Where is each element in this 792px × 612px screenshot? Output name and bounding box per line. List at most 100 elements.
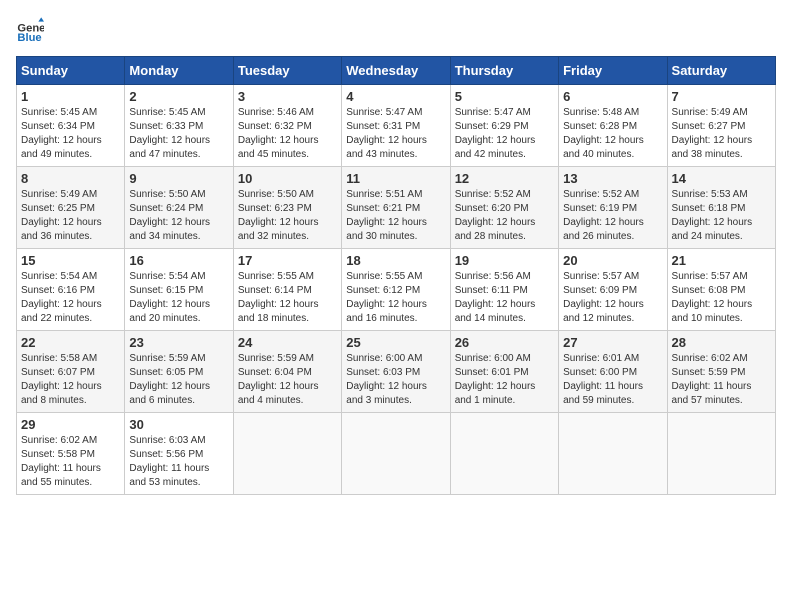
day-number: 7 — [672, 89, 771, 104]
calendar-cell: 4 Sunrise: 5:47 AM Sunset: 6:31 PM Daylig… — [342, 85, 450, 167]
day-number: 1 — [21, 89, 120, 104]
calendar-cell: 20 Sunrise: 5:57 AM Sunset: 6:09 PM Dayli… — [559, 249, 667, 331]
day-detail: Sunrise: 6:03 AM Sunset: 5:56 PM Dayligh… — [129, 434, 228, 490]
calendar-cell: 27 Sunrise: 6:01 AM Sunset: 6:00 PM Dayli… — [559, 331, 667, 413]
day-number: 10 — [238, 171, 337, 186]
day-detail: Sunrise: 5:53 AM Sunset: 6:18 PM Dayligh… — [672, 188, 771, 244]
day-number: 2 — [129, 89, 228, 104]
svg-text:Blue: Blue — [17, 32, 41, 44]
calendar-cell: 10 Sunrise: 5:50 AM Sunset: 6:23 PM Dayli… — [233, 167, 341, 249]
weekday-header-monday: Monday — [125, 57, 233, 85]
calendar-cell: 5 Sunrise: 5:47 AM Sunset: 6:29 PM Daylig… — [450, 85, 558, 167]
weekday-header-saturday: Saturday — [667, 57, 775, 85]
day-detail: Sunrise: 6:00 AM Sunset: 6:01 PM Dayligh… — [455, 352, 554, 408]
day-number: 21 — [672, 253, 771, 268]
calendar-cell: 8 Sunrise: 5:49 AM Sunset: 6:25 PM Daylig… — [17, 167, 125, 249]
day-detail: Sunrise: 5:59 AM Sunset: 6:05 PM Dayligh… — [129, 352, 228, 408]
day-detail: Sunrise: 5:55 AM Sunset: 6:14 PM Dayligh… — [238, 270, 337, 326]
calendar-cell: 6Sunrise: 5:48 AM Sunset: 6:28 PM Daylig… — [559, 85, 667, 167]
day-number: 17 — [238, 253, 337, 268]
day-number: 26 — [455, 335, 554, 350]
day-number: 29 — [21, 417, 120, 432]
calendar-cell: 28 Sunrise: 6:02 AM Sunset: 5:59 PM Dayli… — [667, 331, 775, 413]
calendar-cell: 22 Sunrise: 5:58 AM Sunset: 6:07 PM Dayli… — [17, 331, 125, 413]
weekday-header-sunday: Sunday — [17, 57, 125, 85]
calendar-cell: 21 Sunrise: 5:57 AM Sunset: 6:08 PM Dayli… — [667, 249, 775, 331]
day-detail: Sunrise: 6:02 AM Sunset: 5:58 PM Dayligh… — [21, 434, 120, 490]
calendar-cell: 15 Sunrise: 5:54 AM Sunset: 6:16 PM Dayli… — [17, 249, 125, 331]
day-detail: Sunrise: 5:55 AM Sunset: 6:12 PM Dayligh… — [346, 270, 445, 326]
day-detail: Sunrise: 5:57 AM Sunset: 6:08 PM Dayligh… — [672, 270, 771, 326]
day-detail: Sunrise: 5:59 AM Sunset: 6:04 PM Dayligh… — [238, 352, 337, 408]
day-detail: Sunrise: 5:56 AM Sunset: 6:11 PM Dayligh… — [455, 270, 554, 326]
day-number: 20 — [563, 253, 662, 268]
calendar-cell: 16 Sunrise: 5:54 AM Sunset: 6:15 PM Dayli… — [125, 249, 233, 331]
day-number: 27 — [563, 335, 662, 350]
day-number: 30 — [129, 417, 228, 432]
day-detail: Sunrise: 5:50 AM Sunset: 6:24 PM Dayligh… — [129, 188, 228, 244]
calendar-cell: 30 Sunrise: 6:03 AM Sunset: 5:56 PM Dayli… — [125, 413, 233, 495]
calendar-cell: 24 Sunrise: 5:59 AM Sunset: 6:04 PM Dayli… — [233, 331, 341, 413]
calendar-cell: 25 Sunrise: 6:00 AM Sunset: 6:03 PM Dayli… — [342, 331, 450, 413]
calendar-cell — [233, 413, 341, 495]
calendar-cell: 23 Sunrise: 5:59 AM Sunset: 6:05 PM Dayli… — [125, 331, 233, 413]
calendar-cell: 1Sunrise: 5:45 AM Sunset: 6:34 PM Daylig… — [17, 85, 125, 167]
day-number: 25 — [346, 335, 445, 350]
day-number: 23 — [129, 335, 228, 350]
day-detail: Sunrise: 5:54 AM Sunset: 6:16 PM Dayligh… — [21, 270, 120, 326]
day-number: 13 — [563, 171, 662, 186]
calendar-week-row: 15 Sunrise: 5:54 AM Sunset: 6:16 PM Dayli… — [17, 249, 776, 331]
day-detail: Sunrise: 5:54 AM Sunset: 6:15 PM Dayligh… — [129, 270, 228, 326]
day-number: 6 — [563, 89, 662, 104]
calendar-cell — [667, 413, 775, 495]
calendar-week-row: 29 Sunrise: 6:02 AM Sunset: 5:58 PM Dayli… — [17, 413, 776, 495]
day-number: 19 — [455, 253, 554, 268]
calendar-cell: 29 Sunrise: 6:02 AM Sunset: 5:58 PM Dayli… — [17, 413, 125, 495]
calendar-week-row: 22 Sunrise: 5:58 AM Sunset: 6:07 PM Dayli… — [17, 331, 776, 413]
day-detail: Sunrise: 5:58 AM Sunset: 6:07 PM Dayligh… — [21, 352, 120, 408]
day-number: 22 — [21, 335, 120, 350]
calendar-cell: 18 Sunrise: 5:55 AM Sunset: 6:12 PM Dayli… — [342, 249, 450, 331]
day-number: 4 — [346, 89, 445, 104]
page-header: General Blue — [16, 16, 776, 44]
calendar-cell: 11 Sunrise: 5:51 AM Sunset: 6:21 PM Dayli… — [342, 167, 450, 249]
day-detail: Sunrise: 5:57 AM Sunset: 6:09 PM Dayligh… — [563, 270, 662, 326]
calendar-cell: 17 Sunrise: 5:55 AM Sunset: 6:14 PM Dayli… — [233, 249, 341, 331]
weekday-header-row: SundayMondayTuesdayWednesdayThursdayFrid… — [17, 57, 776, 85]
calendar-cell: 26 Sunrise: 6:00 AM Sunset: 6:01 PM Dayli… — [450, 331, 558, 413]
day-number: 5 — [455, 89, 554, 104]
day-detail: Sunrise: 5:52 AM Sunset: 6:20 PM Dayligh… — [455, 188, 554, 244]
day-number: 18 — [346, 253, 445, 268]
day-detail: Sunrise: 5:50 AM Sunset: 6:23 PM Dayligh… — [238, 188, 337, 244]
calendar-table: SundayMondayTuesdayWednesdayThursdayFrid… — [16, 56, 776, 495]
calendar-cell: 19 Sunrise: 5:56 AM Sunset: 6:11 PM Dayli… — [450, 249, 558, 331]
day-detail: Sunrise: 6:00 AM Sunset: 6:03 PM Dayligh… — [346, 352, 445, 408]
day-number: 11 — [346, 171, 445, 186]
calendar-cell — [559, 413, 667, 495]
weekday-header-wednesday: Wednesday — [342, 57, 450, 85]
calendar-cell: 3Sunrise: 5:46 AM Sunset: 6:32 PM Daylig… — [233, 85, 341, 167]
day-detail: Sunrise: 6:01 AM Sunset: 6:00 PM Dayligh… — [563, 352, 662, 408]
calendar-week-row: 1Sunrise: 5:45 AM Sunset: 6:34 PM Daylig… — [17, 85, 776, 167]
day-detail: Sunrise: 5:47 AM Sunset: 6:31 PM Dayligh… — [346, 106, 445, 162]
day-number: 16 — [129, 253, 228, 268]
day-detail: Sunrise: 5:51 AM Sunset: 6:21 PM Dayligh… — [346, 188, 445, 244]
day-detail: Sunrise: 5:49 AM Sunset: 6:25 PM Dayligh… — [21, 188, 120, 244]
calendar-cell: 7Sunrise: 5:49 AM Sunset: 6:27 PM Daylig… — [667, 85, 775, 167]
day-detail: Sunrise: 5:47 AM Sunset: 6:29 PM Dayligh… — [455, 106, 554, 162]
calendar-cell — [450, 413, 558, 495]
day-number: 28 — [672, 335, 771, 350]
calendar-cell: 2 Sunrise: 5:45 AM Sunset: 6:33 PM Daylig… — [125, 85, 233, 167]
logo-icon: General Blue — [16, 16, 44, 44]
day-number: 15 — [21, 253, 120, 268]
weekday-header-thursday: Thursday — [450, 57, 558, 85]
day-number: 12 — [455, 171, 554, 186]
weekday-header-friday: Friday — [559, 57, 667, 85]
logo: General Blue — [16, 16, 48, 44]
day-detail: Sunrise: 5:45 AM Sunset: 6:33 PM Dayligh… — [129, 106, 228, 162]
day-detail: Sunrise: 6:02 AM Sunset: 5:59 PM Dayligh… — [672, 352, 771, 408]
day-number: 8 — [21, 171, 120, 186]
day-number: 9 — [129, 171, 228, 186]
day-number: 24 — [238, 335, 337, 350]
calendar-cell: 14Sunrise: 5:53 AM Sunset: 6:18 PM Dayli… — [667, 167, 775, 249]
